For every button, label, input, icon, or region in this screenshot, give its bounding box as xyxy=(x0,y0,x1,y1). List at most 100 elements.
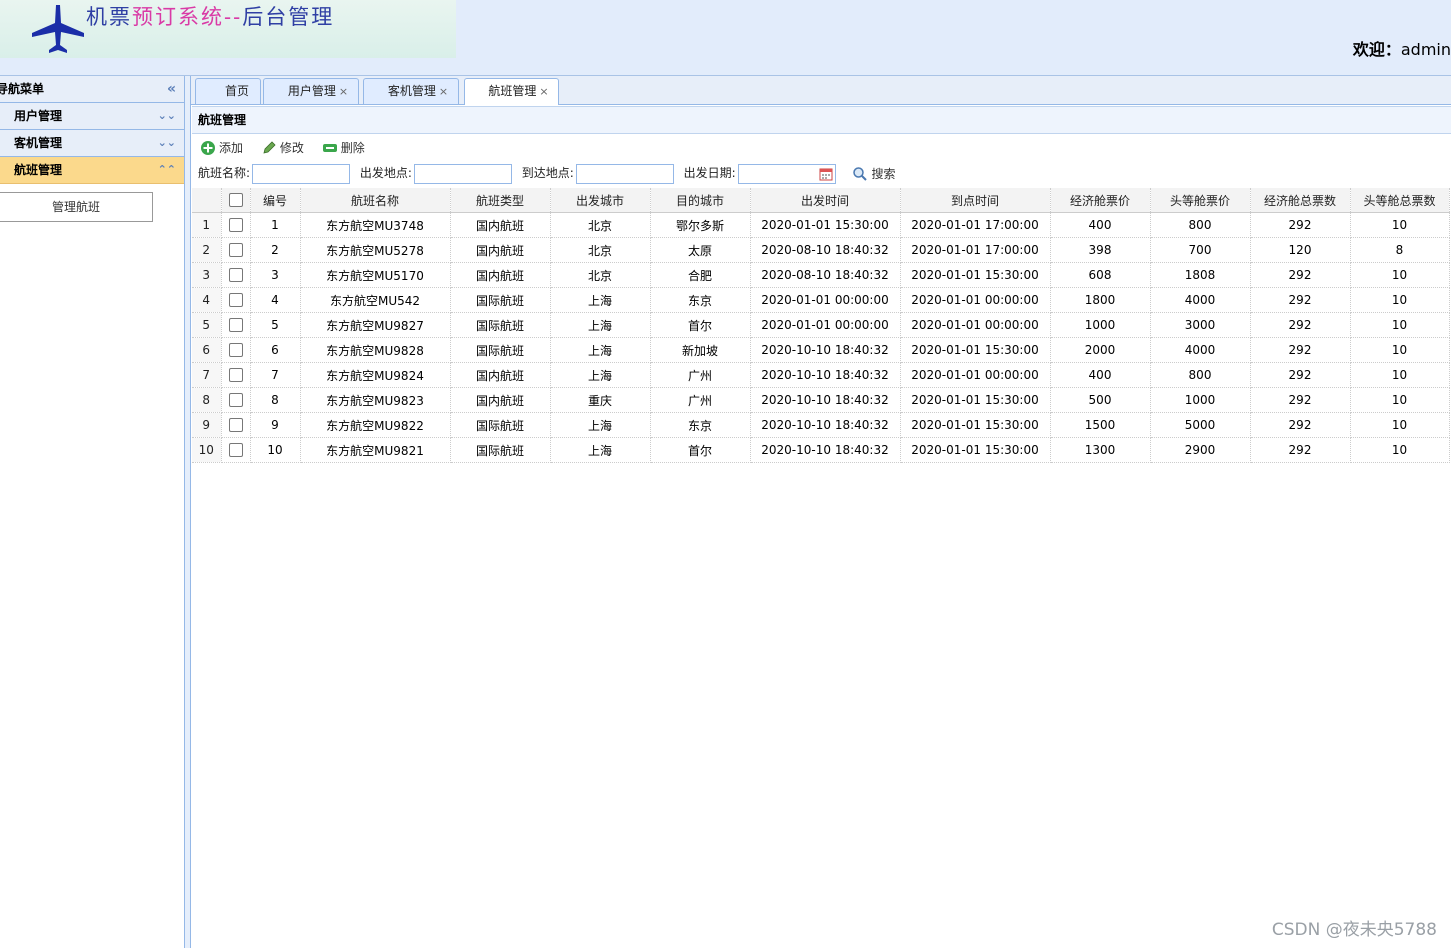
table-row[interactable]: 8 8 东方航空MU9823 国内航班 重庆 广州 2020-10-10 18:40:32 2… xyxy=(192,387,1450,413)
table-row[interactable]: 4 4 东方航空MU542 国际航班 上海 东京 2020-01-01 00:00:00 20… xyxy=(192,287,1450,313)
search-button[interactable]: 搜索 xyxy=(852,161,896,187)
table-cell: 292 xyxy=(1250,337,1351,363)
row-select-cell[interactable] xyxy=(221,237,251,263)
site-title: 机票预订系统--后台管理 xyxy=(86,1,334,31)
table-row[interactable]: 7 7 东方航空MU9824 国内航班 上海 广州 2020-10-10 18:40:32 2… xyxy=(192,362,1450,388)
table-row[interactable]: 2 2 东方航空MU5278 国内航班 北京 太原 2020-08-10 18:40:32 2… xyxy=(192,237,1450,263)
tab-home[interactable]: 首页 xyxy=(195,78,261,104)
table-cell: 东方航空MU9824 xyxy=(300,362,451,388)
row-select-cell[interactable] xyxy=(221,262,251,288)
row-number: 2 xyxy=(192,237,222,263)
select-all-checkbox[interactable] xyxy=(228,193,243,208)
sidebar: 导航菜单 « 用户管理 ⌄⌄ 客机管理 ⌄⌄ 航班管理 ⌃⌃ 管理航班 xyxy=(0,76,185,948)
sidebar-subitem-manage-flights[interactable]: 管理航班 xyxy=(0,192,153,222)
double-chevron-left-icon[interactable]: « xyxy=(167,76,176,102)
airplane-icon xyxy=(32,5,84,53)
row-select-cell[interactable] xyxy=(221,287,251,313)
table-cell: 上海 xyxy=(550,337,651,363)
table-row[interactable]: 3 3 东方航空MU5170 国内航班 北京 合肥 2020-08-10 18:40:32 2… xyxy=(192,262,1450,288)
row-select-cell[interactable] xyxy=(221,412,251,438)
table-cell: 2020-01-01 15:30:00 xyxy=(900,337,1051,363)
select-all-header[interactable] xyxy=(221,188,251,213)
row-checkbox[interactable] xyxy=(228,368,243,383)
column-header[interactable]: 出发时间 xyxy=(750,188,901,213)
column-header[interactable]: 编号 xyxy=(250,188,301,213)
double-chevron-up-icon[interactable]: ⌃⌃ xyxy=(158,157,176,183)
row-checkbox[interactable] xyxy=(228,393,243,408)
minus-icon xyxy=(322,144,337,152)
add-button[interactable]: 添加 xyxy=(200,136,243,160)
table-cell: 2020-01-01 15:30:00 xyxy=(900,262,1051,288)
table-cell: 2020-10-10 18:40:32 xyxy=(750,362,901,388)
column-header[interactable]: 头等舱总票数 xyxy=(1350,188,1450,213)
column-header[interactable]: 航班类型 xyxy=(450,188,551,213)
table-cell: 2900 xyxy=(1150,437,1251,463)
delete-button[interactable]: 删除 xyxy=(322,136,365,160)
row-checkbox[interactable] xyxy=(228,418,243,433)
row-select-cell[interactable] xyxy=(221,387,251,413)
row-checkbox[interactable] xyxy=(228,318,243,333)
row-number: 9 xyxy=(192,412,222,438)
table-cell: 10 xyxy=(1350,287,1450,313)
row-select-cell[interactable] xyxy=(221,312,251,338)
edit-button[interactable]: 修改 xyxy=(261,136,304,160)
table-cell: 1808 xyxy=(1150,262,1251,288)
row-select-cell[interactable] xyxy=(221,362,251,388)
table-cell: 3 xyxy=(250,262,301,288)
table-row[interactable]: 6 6 东方航空MU9828 国际航班 上海 新加坡 2020-10-10 18:40:32… xyxy=(192,337,1450,363)
departure-input[interactable] xyxy=(413,163,512,184)
table-cell: 1 xyxy=(250,212,301,238)
departure-date-input[interactable] xyxy=(737,163,836,184)
close-icon[interactable]: × xyxy=(439,85,448,98)
column-header[interactable]: 头等舱票价 xyxy=(1150,188,1251,213)
sidebar-item-flights[interactable]: 航班管理 ⌃⌃ xyxy=(0,157,184,184)
arrival-input[interactable] xyxy=(575,163,674,184)
table-cell: 10 xyxy=(1350,212,1450,238)
site-title-part3: 后台管理 xyxy=(242,5,335,29)
column-header[interactable]: 出发城市 xyxy=(550,188,651,213)
table-row[interactable]: 9 9 东方航空MU9822 国际航班 上海 东京 2020-10-10 18:40:32 2… xyxy=(192,412,1450,438)
departure-label: 出发地点: xyxy=(359,166,412,180)
table-cell: 1500 xyxy=(1050,412,1151,438)
row-checkbox[interactable] xyxy=(228,443,243,458)
double-chevron-down-icon[interactable]: ⌄⌄ xyxy=(158,130,176,156)
layout-splitter[interactable] xyxy=(185,76,191,948)
row-checkbox[interactable] xyxy=(228,293,243,308)
column-header[interactable]: 航班名称 xyxy=(300,188,451,213)
column-header[interactable]: 目的城市 xyxy=(650,188,751,213)
tab-flights[interactable]: 航班管理 × xyxy=(464,78,559,105)
row-select-cell[interactable] xyxy=(221,337,251,363)
row-select-cell[interactable] xyxy=(221,212,251,238)
row-checkbox[interactable] xyxy=(228,218,243,233)
double-chevron-down-icon[interactable]: ⌄⌄ xyxy=(158,103,176,129)
column-header[interactable]: 经济舱总票数 xyxy=(1250,188,1351,213)
table-cell: 国际航班 xyxy=(450,287,551,313)
table-cell: 太原 xyxy=(650,237,751,263)
tab-aircraft[interactable]: 客机管理 × xyxy=(363,78,459,104)
row-checkbox[interactable] xyxy=(228,268,243,283)
row-checkbox[interactable] xyxy=(228,243,243,258)
close-icon[interactable]: × xyxy=(539,85,548,98)
table-cell: 国际航班 xyxy=(450,412,551,438)
close-icon[interactable]: × xyxy=(339,85,348,98)
table-cell: 10 xyxy=(1350,412,1450,438)
sidebar-item-users[interactable]: 用户管理 ⌄⌄ xyxy=(0,103,184,130)
magnifier-icon xyxy=(852,166,867,181)
table-cell: 800 xyxy=(1150,362,1251,388)
tab-users[interactable]: 用户管理 × xyxy=(263,78,359,104)
table-row[interactable]: 5 5 东方航空MU9827 国际航班 上海 首尔 2020-01-01 00:00:00 2… xyxy=(192,312,1450,338)
row-select-cell[interactable] xyxy=(221,437,251,463)
table-cell: 2020-10-10 18:40:32 xyxy=(750,337,901,363)
sidebar-item-aircraft[interactable]: 客机管理 ⌄⌄ xyxy=(0,130,184,157)
table-row[interactable]: 1 1 东方航空MU3748 国内航班 北京 鄂尔多斯 2020-01-01 15:30:0… xyxy=(192,212,1450,238)
row-checkbox[interactable] xyxy=(228,343,243,358)
calendar-icon[interactable] xyxy=(819,167,833,181)
sidebar-item-label: 用户管理 xyxy=(14,109,63,123)
table-cell: 2 xyxy=(250,237,301,263)
table-row[interactable]: 10 10 东方航空MU9821 国际航班 上海 首尔 2020-10-10 18:40:3… xyxy=(192,437,1450,463)
table-cell: 7 xyxy=(250,362,301,388)
table-cell: 1000 xyxy=(1150,387,1251,413)
column-header[interactable]: 到点时间 xyxy=(900,188,1051,213)
flight-name-input[interactable] xyxy=(252,163,351,184)
column-header[interactable]: 经济舱票价 xyxy=(1050,188,1151,213)
